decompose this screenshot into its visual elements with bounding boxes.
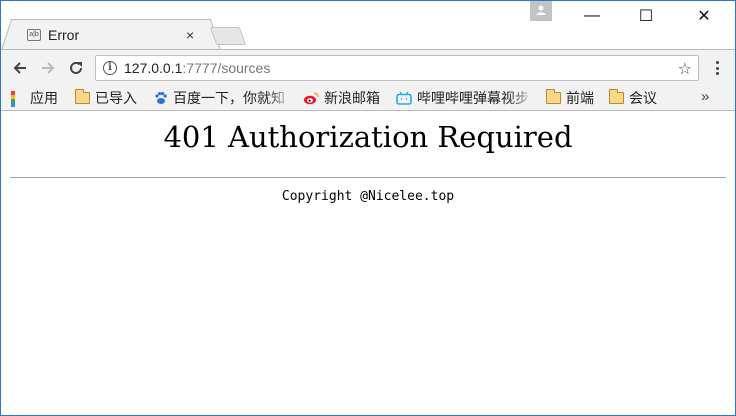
bookmark-star-icon[interactable]: ☆ xyxy=(678,59,692,79)
arrow-left-icon xyxy=(13,62,26,74)
arrow-right-icon xyxy=(42,62,55,74)
tab-title: Error xyxy=(48,27,80,43)
baidu-paw-icon xyxy=(155,92,167,104)
minimize-button[interactable]: — xyxy=(569,1,615,31)
forward-button[interactable] xyxy=(37,57,59,79)
bookmark-imported-label: 已导入 xyxy=(95,90,137,106)
maximize-button[interactable]: ☐ xyxy=(623,1,669,31)
person-icon xyxy=(536,5,546,15)
bookmarks-overflow-icon[interactable]: » xyxy=(701,88,709,105)
title-bar: a|b Error × — ☐ ✕ xyxy=(1,1,735,49)
browser-toolbar: i 127.0.0.1:7777/sources ☆ xyxy=(1,49,735,85)
new-tab-button[interactable] xyxy=(209,27,247,45)
back-button[interactable] xyxy=(9,57,31,79)
page-favicon-icon: a|b xyxy=(27,29,41,41)
tab-error[interactable] xyxy=(13,19,209,49)
info-icon[interactable]: i xyxy=(103,61,117,75)
profile-button[interactable] xyxy=(530,1,552,21)
folder-icon xyxy=(75,89,90,104)
chrome-menu-icon[interactable] xyxy=(709,58,725,78)
close-window-button[interactable]: ✕ xyxy=(681,1,727,31)
bookmark-apps[interactable]: 应用 xyxy=(11,89,58,107)
bookmarks-bar: 应用 已导入 百度一下，你就知 新浪邮箱 哔哩哔哩弹幕视步 前端 会议 » xyxy=(1,85,735,111)
reload-icon xyxy=(70,61,82,74)
bookmark-imported[interactable]: 已导入 xyxy=(75,89,137,107)
url-text[interactable]: 127.0.0.1:7777/sources xyxy=(124,60,270,76)
page-footer: Copyright @Nicelee.top xyxy=(281,189,455,204)
page-title: 401 Authorization Required xyxy=(163,120,573,154)
bookmark-frontend[interactable]: 前端 xyxy=(546,89,594,107)
reload-button[interactable] xyxy=(65,57,87,79)
bookmark-baidu[interactable]: 百度一下，你就知 xyxy=(154,89,294,107)
bookmark-bilibili-label: 哔哩哔哩弹幕视步 xyxy=(417,90,529,106)
divider xyxy=(10,177,726,178)
bookmark-meeting-label: 会议 xyxy=(629,90,657,106)
bookmark-baidu-label: 百度一下，你就知 xyxy=(173,90,285,106)
folder-icon xyxy=(546,89,561,104)
bookmark-meeting[interactable]: 会议 xyxy=(609,89,657,107)
bookmark-bilibili[interactable]: 哔哩哔哩弹幕视步 xyxy=(396,89,536,107)
bilibili-tv-icon xyxy=(396,91,412,105)
url-path: :7777/sources xyxy=(182,60,271,76)
bookmark-apps-label: 应用 xyxy=(30,90,58,106)
bookmark-frontend-label: 前端 xyxy=(566,90,594,106)
weibo-icon xyxy=(304,92,319,105)
page-content: 401 Authorization Required Copyright @Ni… xyxy=(1,112,735,415)
folder-icon xyxy=(609,89,624,104)
bookmark-sina-label: 新浪邮箱 xyxy=(324,90,380,106)
address-bar[interactable]: i 127.0.0.1:7777/sources ☆ xyxy=(95,55,699,81)
bookmark-sina-mail[interactable]: 新浪邮箱 xyxy=(303,89,380,107)
url-host: 127.0.0.1 xyxy=(124,60,183,76)
apps-grid-icon xyxy=(11,91,25,107)
tab-close-icon[interactable]: × xyxy=(186,27,194,43)
